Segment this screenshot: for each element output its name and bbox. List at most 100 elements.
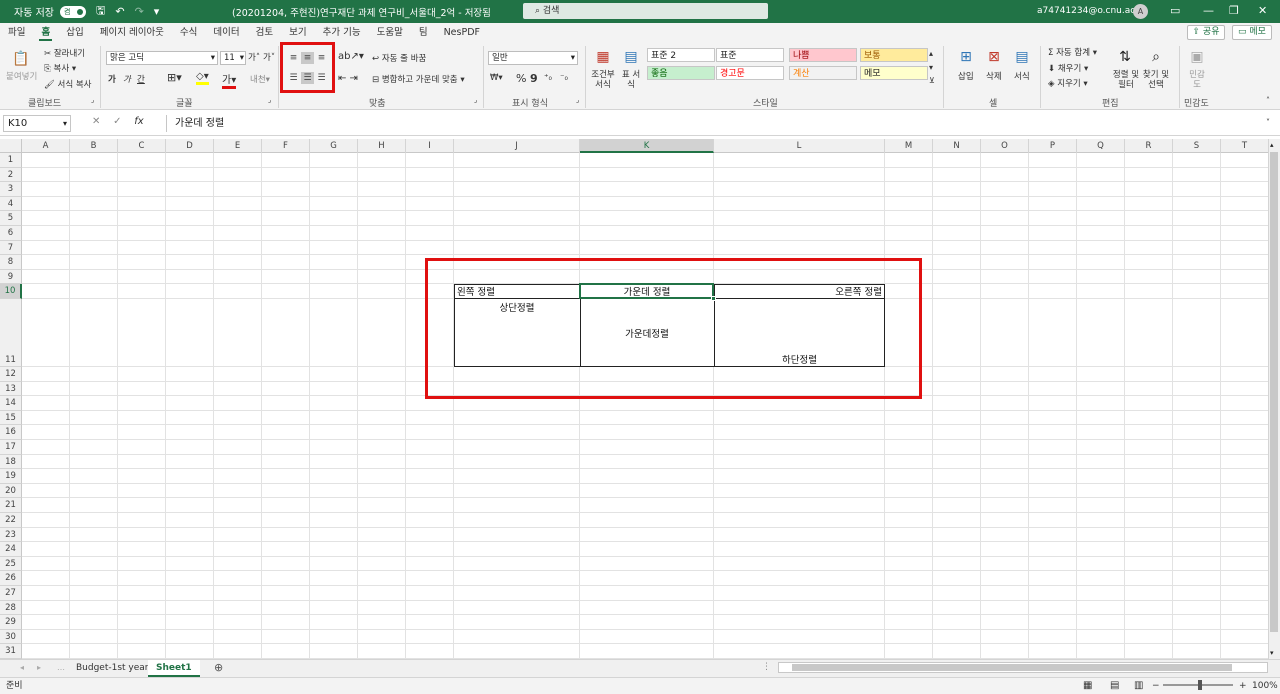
cell-style-7[interactable]: 메모 <box>860 66 928 80</box>
currency-icon[interactable]: ₩▾ <box>490 73 503 83</box>
row-header[interactable]: 2 <box>0 167 22 183</box>
merge-center-button[interactable]: ⊟ 병합하고 가운데 맞춤 ▾ <box>372 73 465 85</box>
row-header[interactable]: 23 <box>0 527 22 543</box>
expand-formula-icon[interactable]: ˅ <box>1266 118 1270 127</box>
sensitivity-icon[interactable]: ▣ <box>1184 46 1210 68</box>
table-format-icon[interactable]: ▤ <box>618 46 644 68</box>
column-header[interactable]: A <box>22 139 70 153</box>
prev-sheet-icon[interactable]: ◂ <box>20 663 24 672</box>
conditional-format-button[interactable]: 조건부 서식 <box>590 70 616 90</box>
zoom-out-icon[interactable]: − <box>1152 678 1160 694</box>
tab-11[interactable]: NesPDF <box>436 23 488 42</box>
column-header[interactable]: E <box>214 139 262 153</box>
row-header[interactable]: 30 <box>0 629 22 645</box>
column-header[interactable]: H <box>358 139 406 153</box>
tab-5[interactable]: 데이터 <box>205 23 247 42</box>
select-all-corner[interactable] <box>0 139 22 153</box>
underline-button[interactable]: 간 <box>137 73 145 85</box>
row-header[interactable]: 25 <box>0 556 22 572</box>
zoom-in-icon[interactable]: + <box>1239 678 1247 694</box>
tab-6[interactable]: 검토 <box>248 23 281 42</box>
column-header[interactable]: S <box>1173 139 1221 153</box>
vertical-scroll-thumb[interactable] <box>1270 152 1278 632</box>
row-header[interactable]: 9 <box>0 269 22 285</box>
number-format-select[interactable]: 일반 ▾ <box>488 51 578 65</box>
row-header[interactable]: 8 <box>0 255 22 270</box>
tab-8[interactable]: 추가 기능 <box>315 23 369 42</box>
column-header[interactable]: R <box>1125 139 1173 153</box>
paste-icon[interactable]: 📋 <box>8 48 34 70</box>
row-header[interactable]: 24 <box>0 542 22 557</box>
dialog-launcher-icon[interactable]: ⌟ <box>268 96 271 104</box>
ribbon-display-icon[interactable]: ▭ <box>1170 4 1180 17</box>
row-header[interactable]: 22 <box>0 513 22 528</box>
user-email[interactable]: a74741234@o.cnu.ac.kr <box>1037 6 1147 16</box>
font-color-icon[interactable]: 가▾ <box>222 71 237 89</box>
scroll-down-icon[interactable]: ▾ <box>1270 649 1274 657</box>
find-select-button[interactable]: 찾기 및 선택 <box>1142 70 1170 90</box>
search-input[interactable]: ⌕ 검색 <box>523 3 768 19</box>
column-header[interactable]: G <box>310 139 358 153</box>
save-icon[interactable]: 🖫 <box>96 2 105 21</box>
cancel-icon[interactable]: ✕ <box>92 116 100 127</box>
wrap-text-button[interactable]: ↩ 자동 줄 바꿈 <box>372 52 426 64</box>
row-header[interactable]: 10 <box>0 284 22 299</box>
sort-filter-button[interactable]: 정렬 및 필터 <box>1112 70 1140 90</box>
cell-style-1[interactable]: 표준 <box>716 48 784 62</box>
page-layout-icon[interactable]: ▤ <box>1110 678 1119 694</box>
add-sheet-icon[interactable]: ⊕ <box>214 661 223 674</box>
row-header[interactable]: 21 <box>0 498 22 513</box>
confirm-icon[interactable]: ✓ <box>113 116 121 127</box>
column-header[interactable]: C <box>118 139 166 153</box>
row-header[interactable]: 16 <box>0 425 22 440</box>
column-header[interactable]: J <box>454 139 580 153</box>
sort-filter-icon[interactable]: ⇅ <box>1112 46 1138 68</box>
clear-button[interactable]: ◈ 지우기 ▾ <box>1048 77 1088 89</box>
dialog-launcher-icon[interactable]: ⌟ <box>91 96 94 104</box>
next-sheet-icon[interactable]: ▸ <box>37 663 41 672</box>
dialog-launcher-icon[interactable]: ⌟ <box>576 96 579 104</box>
avatar[interactable]: A <box>1133 4 1148 19</box>
row-header[interactable]: 1 <box>0 153 22 168</box>
sensitivity-button[interactable]: 민감도 <box>1186 70 1208 90</box>
splitter-icon[interactable]: ⋮ <box>762 662 771 672</box>
format-cells-icon[interactable]: ▤ <box>1009 46 1035 68</box>
undo-icon[interactable]: ↶ <box>115 5 124 18</box>
sheet-tab-sheet1[interactable]: Sheet1 <box>148 660 200 677</box>
column-header[interactable]: F <box>262 139 310 153</box>
row-header[interactable]: 17 <box>0 440 22 455</box>
worksheet-grid[interactable]: ABCDEFGHIJKLMNOPQRST 1 2 3 4 5 6 7 8 9 10 11 12 13 14… <box>0 139 1268 659</box>
tab-2[interactable]: 삽입 <box>58 23 91 42</box>
memo-button[interactable]: ▭ 메모 <box>1232 25 1272 40</box>
insert-cells-icon[interactable]: ⊞ <box>953 46 979 68</box>
gallery-more-icon[interactable]: ⊻ <box>929 76 935 85</box>
normal-view-icon[interactable]: ▦ <box>1083 678 1092 694</box>
tab-3[interactable]: 페이지 레이아웃 <box>92 23 172 42</box>
row-header[interactable]: 11 <box>0 299 22 367</box>
restore-icon[interactable]: ❐ <box>1229 4 1239 17</box>
row-header[interactable]: 20 <box>0 483 22 499</box>
row-header[interactable]: 4 <box>0 196 22 212</box>
row-header[interactable]: 6 <box>0 226 22 241</box>
row-header[interactable]: 7 <box>0 240 22 256</box>
row-header[interactable]: 15 <box>0 410 22 426</box>
cell-style-4[interactable]: 좋음 <box>647 66 715 80</box>
page-break-icon[interactable]: ▥ <box>1134 678 1143 694</box>
row-header[interactable]: 14 <box>0 396 22 411</box>
copy-button[interactable]: ⎘ 복사 ▾ <box>44 62 76 74</box>
row-header[interactable]: 26 <box>0 571 22 586</box>
zoom-level[interactable]: 100% <box>1252 678 1278 694</box>
column-header[interactable]: M <box>885 139 933 153</box>
decrease-font-icon[interactable]: 가˅ <box>263 51 275 63</box>
zoom-slider-handle[interactable] <box>1198 680 1202 690</box>
table-format-button[interactable]: 표 서식 <box>618 70 644 90</box>
font-size-select[interactable]: 11 ▾ <box>220 51 246 65</box>
sheet-tab-budget[interactable]: Budget-1st year <box>68 660 157 677</box>
horizontal-scroll-thumb[interactable] <box>792 664 1232 671</box>
insert-cells-button[interactable]: 삽입 <box>958 70 974 82</box>
cell-style-3[interactable]: 보통 <box>860 48 928 62</box>
tab-9[interactable]: 도움말 <box>369 23 411 42</box>
indent-icon[interactable]: ⇤ ⇥ <box>338 73 358 84</box>
column-header[interactable]: D <box>166 139 214 153</box>
column-header[interactable]: O <box>981 139 1029 153</box>
